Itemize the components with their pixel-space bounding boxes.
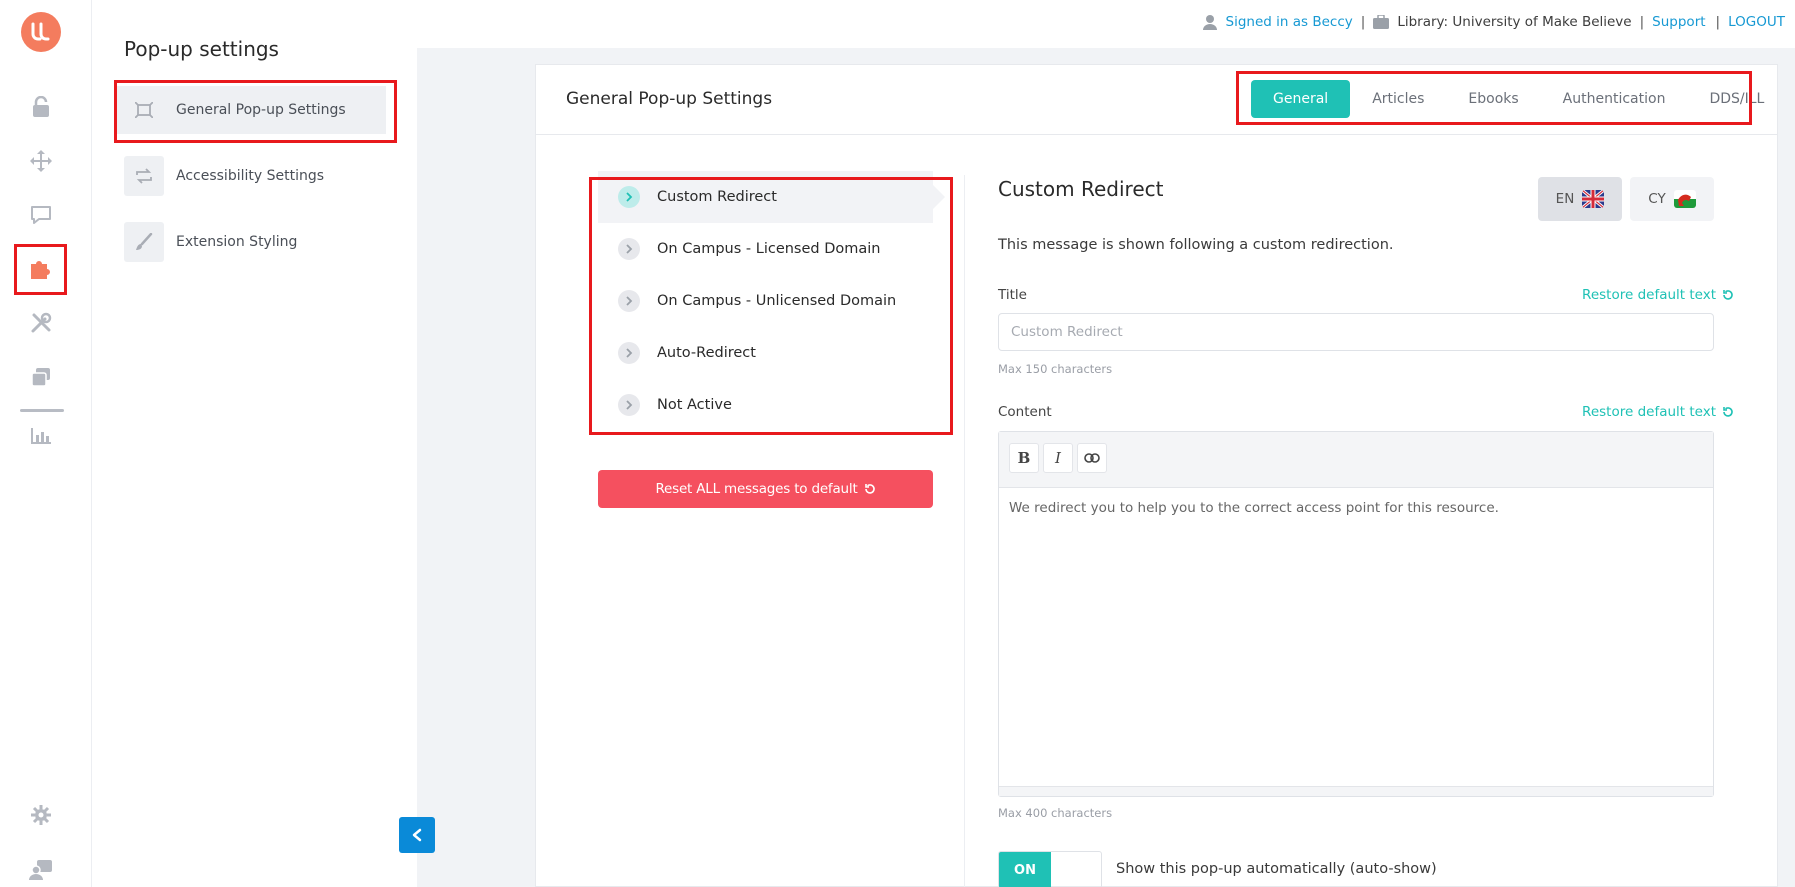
tab-articles[interactable]: Articles bbox=[1350, 80, 1446, 118]
settings-card: General Pop-up Settings General Articles… bbox=[535, 64, 1778, 887]
content-hint: Max 400 characters bbox=[998, 806, 1113, 820]
content-textarea[interactable]: We redirect you to help you to the corre… bbox=[999, 488, 1713, 786]
bar-chart-icon[interactable] bbox=[28, 423, 54, 449]
undo-icon bbox=[864, 484, 875, 494]
subnav-item-label: Extension Styling bbox=[176, 234, 298, 250]
toggle-on-label: ON bbox=[999, 852, 1051, 887]
restore-title-link[interactable]: Restore default text bbox=[1582, 287, 1734, 303]
auto-show-toggle[interactable]: ON bbox=[998, 851, 1102, 887]
rail-divider bbox=[20, 409, 64, 412]
ll-logo-icon[interactable] bbox=[21, 12, 61, 52]
puzzle-piece-icon[interactable] bbox=[28, 256, 54, 282]
tab-authentication[interactable]: Authentication bbox=[1541, 80, 1688, 118]
signed-in-link[interactable]: Signed in as Beccy bbox=[1226, 14, 1353, 30]
tab-dds-ill[interactable]: DDS/ILL bbox=[1687, 80, 1786, 118]
frame-icon bbox=[124, 90, 164, 130]
chevron-right-icon bbox=[618, 186, 640, 208]
uk-flag-icon bbox=[1582, 190, 1605, 208]
chevron-right-icon bbox=[618, 238, 640, 260]
stacked-cards-icon[interactable] bbox=[28, 364, 54, 390]
card-header: General Pop-up Settings General Articles… bbox=[536, 65, 1777, 135]
settings-subnav: Pop-up settings General Pop-up Settings … bbox=[92, 0, 417, 887]
subnav-item-extension-styling[interactable]: Extension Styling bbox=[124, 221, 394, 263]
list-item-on-campus-unlicensed[interactable]: On Campus - Unlicensed Domain bbox=[598, 275, 933, 327]
content-label: Content bbox=[998, 404, 1052, 420]
chevron-left-icon bbox=[412, 828, 422, 842]
language-cy-button[interactable]: CY bbox=[1630, 177, 1714, 221]
editor-heading: Custom Redirect bbox=[998, 177, 1164, 201]
repeat-icon bbox=[124, 156, 164, 196]
move-arrows-icon[interactable] bbox=[28, 148, 54, 174]
list-item-label: On Campus - Unlicensed Domain bbox=[657, 293, 897, 309]
welsh-flag-icon bbox=[1673, 190, 1696, 208]
undo-icon bbox=[1723, 290, 1733, 300]
chat-bubble-icon[interactable] bbox=[28, 202, 54, 228]
list-item-on-campus-licensed[interactable]: On Campus - Licensed Domain bbox=[598, 223, 933, 275]
separator: | bbox=[1639, 14, 1645, 30]
editor-description: This message is shown following a custom… bbox=[998, 237, 1394, 253]
column-divider bbox=[964, 175, 965, 887]
reset-all-messages-button[interactable]: Reset ALL messages to default bbox=[598, 470, 933, 508]
tab-general[interactable]: General bbox=[1251, 80, 1351, 118]
content-editor: B I We redirect you to help you to the c… bbox=[998, 431, 1714, 797]
list-item-not-active[interactable]: Not Active bbox=[598, 379, 933, 431]
title-hint: Max 150 characters bbox=[998, 362, 1113, 376]
subnav-item-label: Accessibility Settings bbox=[176, 168, 325, 184]
icon-rail bbox=[0, 0, 92, 887]
unlock-icon[interactable] bbox=[28, 94, 54, 120]
bold-button[interactable]: B bbox=[1009, 443, 1039, 473]
title-label: Title bbox=[998, 287, 1027, 303]
briefcase-icon bbox=[1373, 15, 1390, 29]
chevron-right-icon bbox=[618, 394, 640, 416]
user-card-icon[interactable] bbox=[28, 856, 54, 882]
reset-button-label: Reset ALL messages to default bbox=[655, 481, 858, 497]
list-item-label: Auto-Redirect bbox=[657, 345, 756, 361]
library-name: Library: University of Make Believe bbox=[1397, 14, 1632, 30]
list-item-custom-redirect[interactable]: Custom Redirect bbox=[598, 171, 945, 223]
gear-icon[interactable] bbox=[28, 802, 54, 828]
restore-label: Restore default text bbox=[1582, 404, 1716, 420]
list-item-label: Not Active bbox=[657, 397, 732, 413]
support-link[interactable]: Support bbox=[1652, 14, 1705, 30]
lang-label: EN bbox=[1555, 191, 1575, 207]
restore-content-link[interactable]: Restore default text bbox=[1582, 404, 1734, 420]
editor-resize-bar bbox=[999, 786, 1713, 796]
list-item-label: On Campus - Licensed Domain bbox=[657, 241, 881, 257]
chevron-right-icon bbox=[618, 290, 640, 312]
tab-bar: General Articles Ebooks Authentication D… bbox=[1251, 80, 1786, 118]
separator: | bbox=[1360, 14, 1366, 30]
separator: | bbox=[1715, 14, 1721, 30]
chevron-right-icon bbox=[618, 342, 640, 364]
language-en-button[interactable]: EN bbox=[1538, 177, 1622, 221]
logout-link[interactable]: LOGOUT bbox=[1728, 14, 1785, 30]
list-item-auto-redirect[interactable]: Auto-Redirect bbox=[598, 327, 933, 379]
top-bar: Signed in as Beccy | Library: University… bbox=[1202, 12, 1795, 32]
italic-button[interactable]: I bbox=[1043, 443, 1073, 473]
user-icon bbox=[1202, 15, 1217, 30]
link-icon bbox=[1084, 453, 1100, 463]
tools-icon[interactable] bbox=[28, 310, 54, 336]
subnav-item-general-popup-settings[interactable]: General Pop-up Settings bbox=[116, 86, 386, 134]
collapse-sidebar-button[interactable] bbox=[399, 817, 435, 853]
subnav-item-accessibility-settings[interactable]: Accessibility Settings bbox=[124, 155, 394, 197]
lang-label: CY bbox=[1648, 191, 1666, 207]
list-item-label: Custom Redirect bbox=[657, 189, 777, 205]
restore-label: Restore default text bbox=[1582, 287, 1716, 303]
message-type-list: Custom Redirect On Campus - Licensed Dom… bbox=[598, 171, 945, 431]
auto-show-label: Show this pop-up automatically (auto-sho… bbox=[1116, 861, 1437, 877]
title-input[interactable] bbox=[998, 313, 1714, 351]
subnav-item-label: General Pop-up Settings bbox=[176, 102, 346, 118]
brush-icon bbox=[124, 222, 164, 262]
editor-toolbar: B I bbox=[999, 432, 1713, 488]
subnav-title: Pop-up settings bbox=[124, 37, 279, 61]
undo-icon bbox=[1723, 407, 1733, 417]
card-title: General Pop-up Settings bbox=[566, 89, 773, 109]
tab-ebooks[interactable]: Ebooks bbox=[1446, 80, 1540, 118]
link-button[interactable] bbox=[1077, 443, 1107, 473]
